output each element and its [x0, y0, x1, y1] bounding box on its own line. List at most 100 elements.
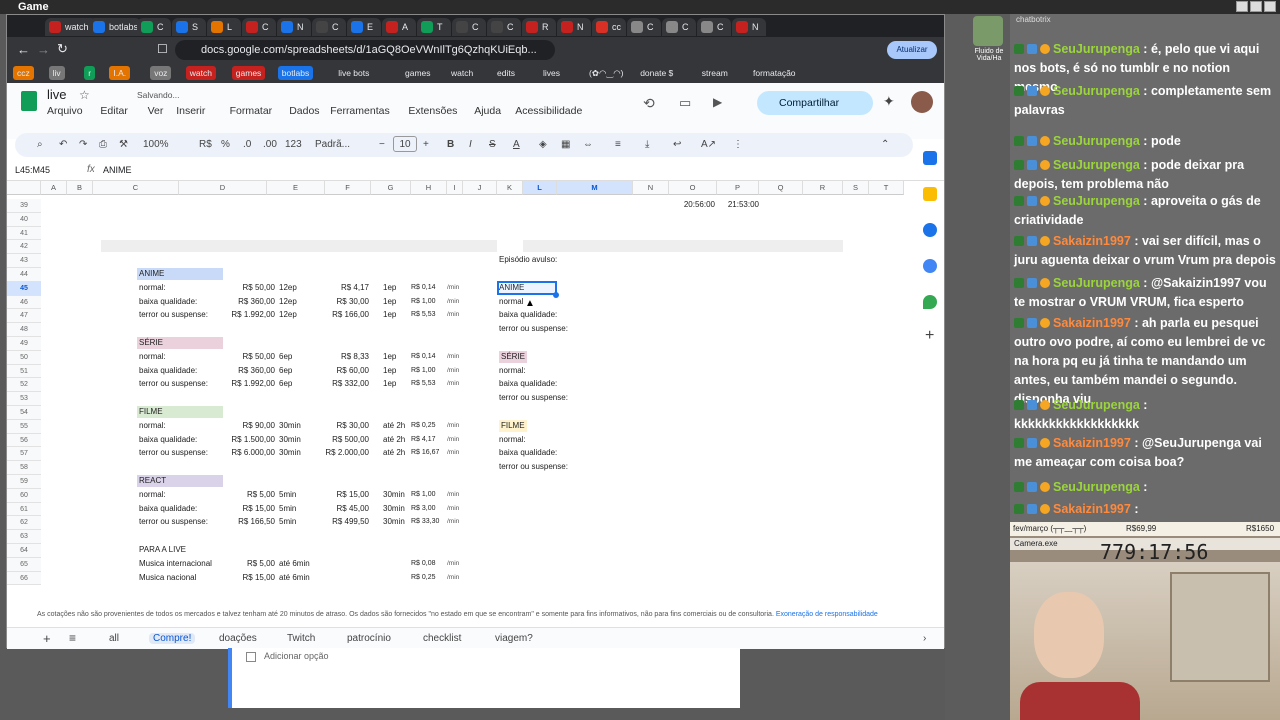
unit-label[interactable]: 1ep	[383, 282, 396, 294]
chat-username[interactable]: Sakaizin1997	[1053, 436, 1131, 450]
price-total[interactable]: R$ 50,00	[207, 351, 275, 363]
price-total[interactable]: R$ 360,00	[207, 296, 275, 308]
row-header[interactable]: 46	[7, 295, 41, 310]
per-min-label[interactable]: /min	[447, 351, 459, 363]
row-header[interactable]: 52	[7, 378, 41, 393]
price-per-min[interactable]: R$ 5,53	[411, 378, 436, 390]
per-min-label[interactable]: /min	[447, 503, 459, 515]
unit-count[interactable]: 6ep	[279, 378, 292, 390]
disclaimer-link[interactable]: Exoneração de responsabilidade	[776, 611, 878, 618]
chat-username[interactable]: SeuJurupenga	[1053, 84, 1140, 98]
row-header[interactable]: 48	[7, 323, 41, 337]
zoom-select[interactable]: 100%	[143, 137, 169, 153]
per-min-label[interactable]: /min	[447, 516, 459, 528]
price-unit[interactable]: R$ 30,00	[317, 296, 369, 308]
font-size-input[interactable]: 10	[393, 136, 417, 152]
align-icon[interactable]: ≡	[615, 137, 621, 153]
price-per-min[interactable]: R$ 1,00	[411, 296, 436, 308]
price-per-min[interactable]: R$ 5,53	[411, 309, 436, 321]
bookmark-item[interactable]: watch	[185, 66, 217, 80]
per-min-label[interactable]: /min	[447, 434, 459, 446]
browser-tab[interactable]: N	[732, 18, 766, 36]
bookmark-item[interactable]: r	[84, 66, 96, 80]
undo-icon[interactable]: ↶	[59, 137, 67, 153]
sheet-tab[interactable]: checklist	[423, 633, 461, 644]
per-min-label[interactable]: /min	[447, 420, 459, 432]
menu-item[interactable]: Dados	[289, 105, 319, 117]
unit-label[interactable]: 1ep	[383, 296, 396, 308]
browser-tab[interactable]: E	[347, 18, 381, 36]
price-unit[interactable]: R$ 15,00	[317, 489, 369, 501]
maps-icon[interactable]	[923, 295, 937, 309]
sheet-tab[interactable]: doações	[219, 633, 257, 644]
browser-tab[interactable]: C	[312, 18, 346, 36]
column-header[interactable]: Q	[759, 181, 803, 195]
per-min-label[interactable]: /min	[447, 296, 459, 308]
sheet-tab[interactable]: all	[109, 633, 119, 644]
currency-format[interactable]: R$	[199, 137, 212, 153]
number-format[interactable]: 123	[285, 137, 302, 153]
italic-icon[interactable]: I	[469, 137, 472, 153]
unit-count[interactable]: 12ep	[279, 282, 297, 294]
corner-cell[interactable]	[7, 181, 41, 195]
row-label[interactable]: baixa qualidade:	[139, 503, 197, 515]
row-label[interactable]: baixa qualidade:	[139, 296, 197, 308]
unit-label[interactable]: 1ep	[383, 378, 396, 390]
doc-title[interactable]: live	[47, 87, 67, 102]
price-per-min[interactable]: R$ 0,14	[411, 351, 436, 363]
maximize-button[interactable]	[1250, 1, 1262, 12]
row-header[interactable]: 62	[7, 516, 41, 531]
unit-count[interactable]: 12ep	[279, 296, 297, 308]
time-cell[interactable]: 21:53:00	[717, 199, 759, 211]
redo-icon[interactable]: ↷	[79, 137, 87, 153]
section-header[interactable]: PARA A LIVE	[139, 544, 186, 556]
episode-label[interactable]: normal	[499, 296, 523, 308]
column-header[interactable]: N	[633, 181, 669, 195]
per-min-label[interactable]: /min	[447, 378, 459, 390]
browser-tab[interactable]: R	[522, 18, 556, 36]
percent-format[interactable]: %	[221, 137, 230, 153]
increase-decimal[interactable]: .00	[263, 137, 277, 153]
bookmark-item[interactable]: games	[231, 66, 266, 80]
bold-icon[interactable]: B	[447, 137, 454, 153]
per-min-label[interactable]: /min	[447, 282, 459, 294]
row-header[interactable]: 58	[7, 461, 41, 475]
column-header[interactable]: H	[411, 181, 447, 195]
column-header[interactable]: C	[93, 181, 179, 195]
gemini-icon[interactable]: ✦	[883, 93, 895, 110]
per-min-label[interactable]: /min	[447, 489, 459, 501]
sheet-tab[interactable]: viagem?	[495, 633, 533, 644]
column-header[interactable]: A	[41, 181, 67, 195]
price-total[interactable]: R$ 15,00	[207, 572, 275, 584]
browser-tab[interactable]: C	[137, 18, 171, 36]
browser-tab[interactable]: C	[452, 18, 486, 36]
unit-count[interactable]: até 6min	[279, 558, 310, 570]
column-header[interactable]: D	[179, 181, 267, 195]
forward-icon[interactable]: →	[37, 42, 50, 57]
episode-label[interactable]: baixa qualidade:	[499, 309, 557, 321]
star-icon[interactable]: ☆	[79, 88, 90, 102]
bookmark-item[interactable]: formatação	[749, 66, 800, 80]
column-header[interactable]: R	[803, 181, 843, 195]
row-header[interactable]: 42	[7, 240, 41, 255]
row-header[interactable]: 54	[7, 406, 41, 420]
row-label[interactable]: baixa qualidade:	[139, 434, 197, 446]
minimize-button[interactable]	[1236, 1, 1248, 12]
column-header[interactable]: I	[447, 181, 463, 195]
row-label[interactable]: Musica internacional	[139, 558, 212, 570]
price-unit[interactable]: R$ 8,33	[317, 351, 369, 363]
comment-icon[interactable]: ▭	[679, 95, 691, 111]
row-header[interactable]: 56	[7, 433, 41, 448]
price-per-min[interactable]: R$ 16,67	[411, 447, 439, 459]
row-header[interactable]: 43	[7, 254, 41, 268]
bookmark-item[interactable]: stream	[698, 66, 732, 80]
row-header[interactable]: 59	[7, 475, 41, 489]
episode-label[interactable]: baixa qualidade:	[499, 447, 557, 459]
row-header[interactable]: 53	[7, 392, 41, 406]
strikethrough-icon[interactable]: S	[489, 137, 496, 153]
meet-icon[interactable]: ▶	[713, 95, 722, 109]
unit-count[interactable]: 5min	[279, 503, 296, 515]
unit-count[interactable]: 30min	[279, 434, 301, 446]
price-total[interactable]: R$ 50,00	[207, 282, 275, 294]
row-label[interactable]: terror ou suspense:	[139, 309, 208, 321]
